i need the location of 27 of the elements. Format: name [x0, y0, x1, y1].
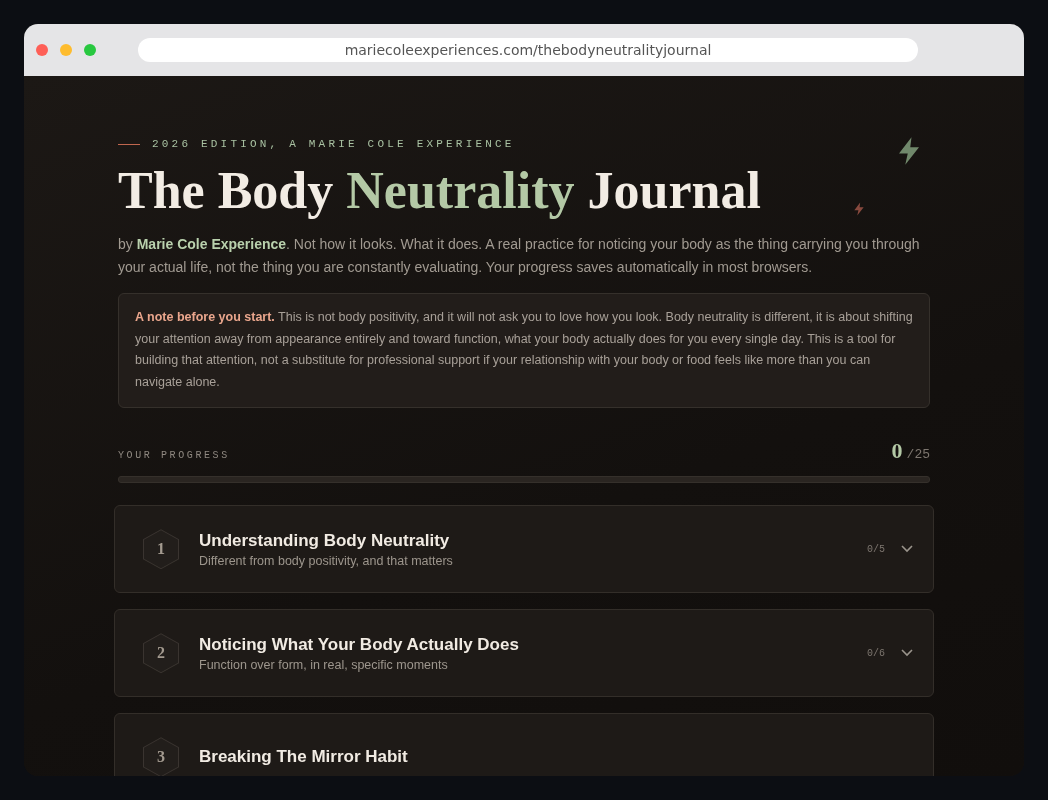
progress-total: /25 — [906, 447, 930, 463]
section-card[interactable]: 2 Noticing What Your Body Actually Does Function over form, in real, specific moments 0/6 — [114, 609, 934, 698]
minimize-window-icon[interactable] — [60, 44, 72, 56]
close-window-icon[interactable] — [36, 44, 48, 56]
address-bar[interactable]: mariecoleexperiences.com/thebodyneutralityjournal — [138, 38, 918, 62]
chevron-icon[interactable] — [901, 649, 913, 658]
number-badge: 2 — [143, 633, 179, 674]
section-subtitle: Function over form, in real, specific moments — [199, 657, 449, 672]
note-text: A note before you start. This is not body positivity, and it will not ask you to love how you look. Body neutrality is different, it is about shifting your attention away from appearance entirely and toward function, what your body actually does for you every single day. This is a tool for building that attention, not a substitute for professional support if your relationship with your body or food feels like more than you can navigate alone. — [135, 309, 913, 391]
number-badge: 1 — [143, 529, 179, 570]
edition-label: 2026 EDITION, A MARIE COLE EXPERIENCE — [152, 138, 515, 150]
section-count: 0/5 — [867, 543, 885, 555]
chevron-icon[interactable] — [901, 545, 913, 554]
section-card[interactable]: 1 Understanding Body Neutrality Different from body positivity, and that matters 0/5 — [114, 505, 934, 594]
intro-paragraph: by Marie Cole Experience. Not how it looks. What it does. A real practice for noticing your body as the thing carrying you through your actual life, not the thing you are constantly evaluating. Your progress saves automatically in most browsers. — [118, 235, 921, 278]
section-title: Breaking The Mirror Habit — [199, 747, 409, 768]
section-card[interactable]: 3 Breaking The Mirror Habit — [114, 713, 934, 776]
progress-label: YOUR PROGRESS — [118, 450, 230, 462]
section-count: 0/6 — [867, 647, 885, 659]
section-title: Noticing What Your Body Actually Does — [199, 634, 520, 655]
maximize-window-icon[interactable] — [84, 44, 96, 56]
page-title: The Body Neutrality Journal — [118, 162, 761, 220]
section-subtitle: Different from body positivity, and that matters — [199, 553, 454, 568]
lightning-icon — [852, 200, 866, 218]
progress-count: 0 — [891, 438, 903, 464]
number-badge: 3 — [143, 737, 179, 776]
section-title: Understanding Body Neutrality — [199, 530, 451, 551]
